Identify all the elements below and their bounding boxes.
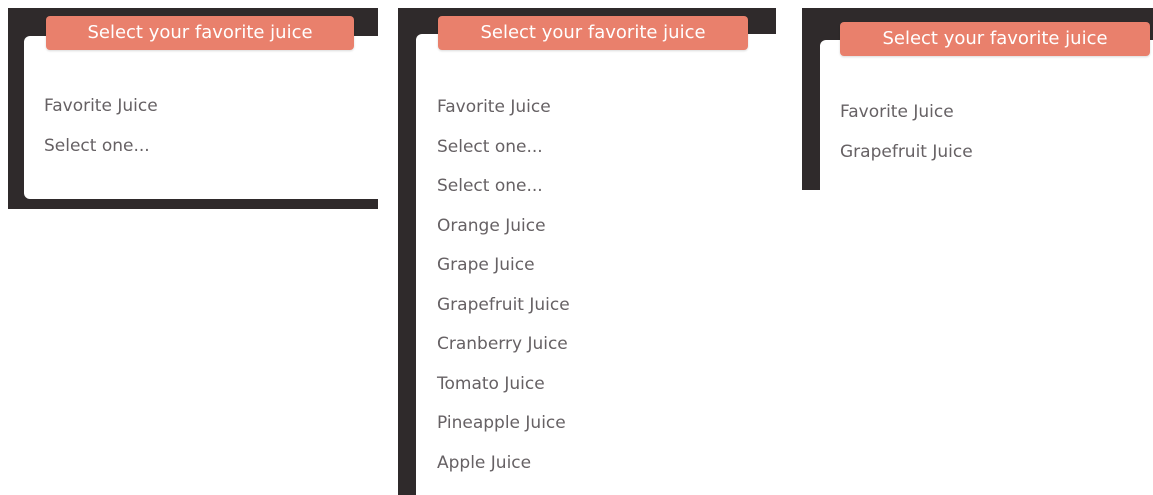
option-item[interactable]: Grapefruit Juice — [437, 295, 570, 315]
option-item[interactable]: Grape Juice — [437, 255, 535, 275]
panel-1-card — [24, 36, 378, 199]
panel-2-title: Select your favorite juice — [438, 16, 748, 50]
option-item[interactable]: Pineapple Juice — [437, 413, 566, 433]
panel-2-field-label: Favorite Juice — [437, 97, 551, 117]
option-item[interactable]: Apple Juice — [437, 453, 531, 473]
option-item[interactable]: Orange Juice — [437, 216, 546, 236]
panel-3-title: Select your favorite juice — [840, 22, 1150, 56]
option-item[interactable]: Select one... — [437, 176, 543, 196]
panel-3-select[interactable]: Grapefruit Juice — [840, 142, 973, 162]
panel-3-field-label: Favorite Juice — [840, 102, 954, 122]
panel-1-field-label: Favorite Juice — [44, 96, 158, 116]
panel-2-select[interactable]: Select one... — [437, 137, 543, 157]
option-item[interactable]: Cranberry Juice — [437, 334, 568, 354]
panel-1-select[interactable]: Select one... — [44, 136, 150, 156]
option-item[interactable]: Tomato Juice — [437, 374, 545, 394]
panel-1-title: Select your favorite juice — [46, 16, 354, 50]
